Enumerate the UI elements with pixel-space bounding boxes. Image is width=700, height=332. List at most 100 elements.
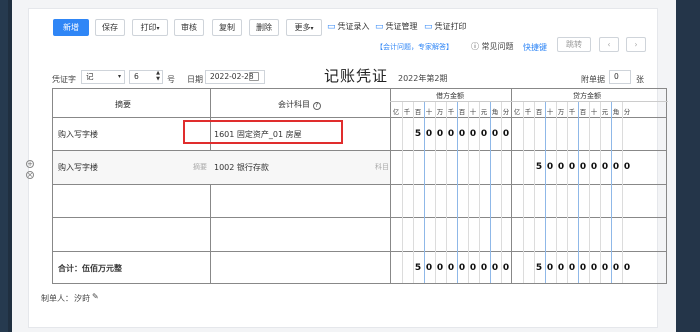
calendar-icon[interactable]	[249, 72, 259, 81]
row2-credit-digit: 5	[535, 162, 543, 172]
chevron-down-icon: ▾	[156, 25, 160, 32]
voucher-entry-label: 凭证录入	[337, 22, 370, 31]
voucher-print-label: 凭证打印	[434, 22, 467, 31]
amount-unit-label: 十	[546, 108, 554, 116]
amount-unit-label: 角	[491, 108, 499, 116]
amount-unit-label: 分	[502, 108, 510, 116]
print-button[interactable]: 打印▾	[132, 19, 168, 36]
row2-account[interactable]: 1002 银行存款	[214, 162, 269, 173]
debit-header-divider	[390, 101, 511, 102]
total-debit-digit: 5	[414, 263, 422, 273]
account-header-label: 会计科目	[278, 100, 310, 109]
voucher-manage-label: 凭证管理	[385, 22, 418, 31]
amount-unit-label: 亿	[513, 108, 521, 116]
add-row-icon[interactable]: +	[26, 160, 34, 168]
amount-grid-line	[402, 102, 403, 283]
attachment-unit: 张	[636, 75, 644, 84]
row1-debit-digit: 0	[447, 129, 455, 139]
voucher-title: 记账凭证	[324, 67, 389, 85]
amount-grid-line	[523, 102, 524, 283]
total-credit-digit: 0	[579, 263, 587, 273]
audit-button[interactable]: 审核	[174, 19, 204, 36]
row2-credit-digit: 0	[601, 162, 609, 172]
shortcut-link[interactable]: 快捷键	[523, 42, 547, 53]
chevron-left-icon: ‹	[607, 40, 611, 49]
help-icon: ⓘ	[471, 42, 479, 51]
row2-credit-digit: 0	[579, 162, 587, 172]
row2-credit-digit: 0	[557, 162, 565, 172]
total-debit-digit: 0	[436, 263, 444, 273]
total-debit-digit: 0	[425, 263, 433, 273]
amount-unit-label: 千	[568, 108, 576, 116]
voucher-manage-link[interactable]: ▭ 凭证管理	[375, 21, 418, 32]
amount-grid-line	[622, 102, 623, 283]
voucher-number-value: 6	[134, 72, 139, 81]
expert-consult-link[interactable]: 【会计问题，专家解答】	[376, 42, 453, 52]
row1-debit-digit: 0	[469, 129, 477, 139]
amount-unit-label: 万	[557, 108, 565, 116]
copy-button[interactable]: 复制	[212, 19, 242, 36]
row2-credit-digit: 0	[590, 162, 598, 172]
voucher-number-stepper[interactable]: 6 ▲ ▼	[129, 70, 163, 84]
total-debit-digit: 0	[491, 263, 499, 273]
row1-debit-digit: 0	[502, 129, 510, 139]
voucher-word-select[interactable]: 记 ▾	[81, 70, 125, 84]
total-credit-digit: 0	[612, 263, 620, 273]
number-unit: 号	[167, 75, 175, 84]
row1-summary[interactable]: 购入写字楼	[58, 129, 98, 140]
amount-unit-label: 百	[579, 108, 587, 116]
attachment-count-input[interactable]: 0	[609, 70, 631, 84]
total-debit-digit: 0	[447, 263, 455, 273]
amount-unit-label: 十	[425, 108, 433, 116]
amount-grid-line	[556, 102, 557, 283]
chevron-right-icon: ›	[634, 40, 638, 49]
row1-debit-digit: 0	[425, 129, 433, 139]
voucher-entry-link[interactable]: ▭ 凭证录入	[327, 21, 370, 32]
row1-debit-digit: 0	[491, 129, 499, 139]
period-label: 2022年第2期	[398, 74, 448, 83]
total-debit-digit: 0	[480, 263, 488, 273]
row2-summary[interactable]: 购入写字楼	[58, 162, 98, 173]
total-label: 合计：伍佰万元整	[58, 264, 122, 273]
jump-button[interactable]: 跳转	[557, 37, 591, 52]
more-button[interactable]: 更多▾	[286, 19, 322, 36]
total-credit-digit: 0	[546, 263, 554, 273]
maker-name: 汐莳	[74, 294, 90, 303]
delete-button[interactable]: 删除	[249, 19, 279, 36]
edit-icon[interactable]: ✎	[92, 292, 99, 301]
voucher-print-link[interactable]: ▭ 凭证打印	[424, 21, 467, 32]
total-debit-digit: 0	[469, 263, 477, 273]
left-edge	[0, 0, 8, 332]
row2-credit-digit: 0	[623, 162, 631, 172]
amount-unit-label: 元	[601, 108, 609, 116]
amount-unit-label: 千	[524, 108, 532, 116]
next-button[interactable]: ›	[626, 37, 646, 52]
total-debit-digit: 0	[458, 263, 466, 273]
print-label: 打印	[140, 23, 157, 32]
row2-credit-digit: 0	[568, 162, 576, 172]
total-credit-digit: 5	[535, 263, 543, 273]
page: 新增 保存 打印▾ 审核 复制 删除 更多▾ ▭ 凭证录入 ▭ 凭证管理 ▭ 凭证打印…	[12, 0, 676, 332]
amount-unit-label: 分	[623, 108, 631, 116]
more-label: 更多	[294, 23, 311, 32]
total-credit-digit: 0	[568, 263, 576, 273]
total-debit-digit: 0	[502, 263, 510, 273]
save-button[interactable]: 保存	[95, 19, 125, 36]
row1-debit-digit: 0	[436, 129, 444, 139]
amount-unit-label: 十	[590, 108, 598, 116]
new-button[interactable]: 新增	[53, 19, 89, 36]
row2-summary-hint: 摘要	[193, 163, 207, 171]
stepper-arrows-icon: ▲ ▼	[156, 70, 160, 82]
prev-button[interactable]: ‹	[599, 37, 619, 52]
faq-link[interactable]: ⓘ 常见问题	[471, 41, 514, 52]
amount-unit-label: 元	[480, 108, 488, 116]
remove-row-icon[interactable]: ×	[26, 171, 34, 179]
date-label: 日期	[187, 75, 203, 84]
total-credit-digit: 0	[590, 263, 598, 273]
amount-grid-line	[611, 102, 612, 283]
amount-unit-label: 百	[535, 108, 543, 116]
amount-unit-label: 十	[469, 108, 477, 116]
right-scroll-area	[672, 0, 700, 332]
video-icon: ▭	[424, 22, 433, 32]
debit-header: 借方金额	[436, 92, 464, 100]
